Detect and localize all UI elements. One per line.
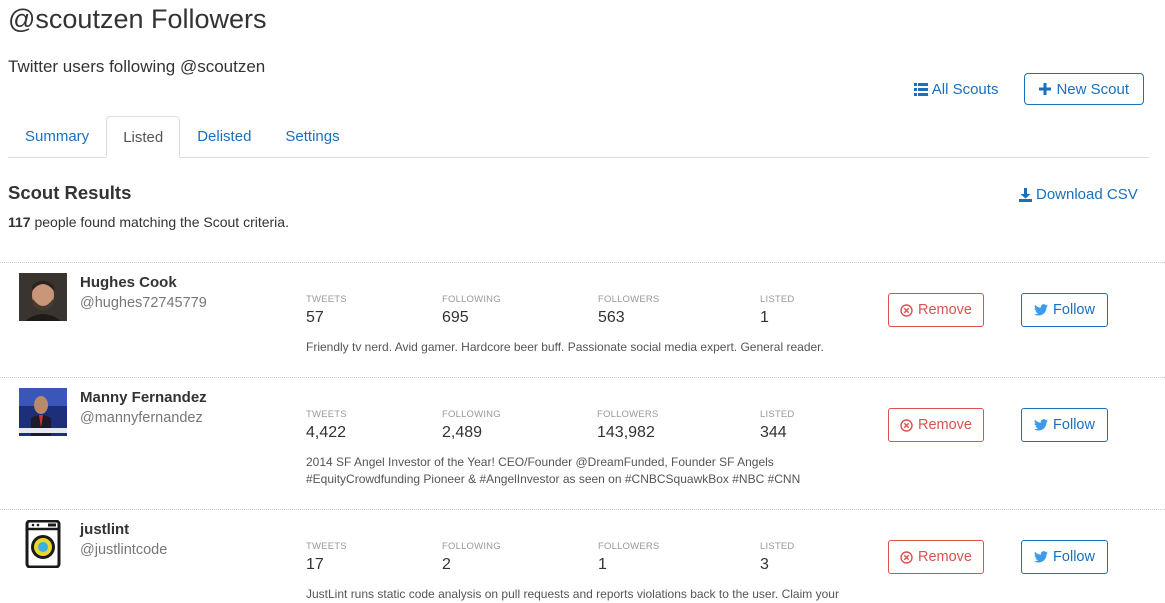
top-actions: All Scouts New Scout	[913, 73, 1144, 105]
download-icon	[1019, 187, 1032, 202]
results-count: 117 people found matching the Scout crit…	[8, 214, 289, 230]
tab-summary[interactable]: Summary	[8, 116, 106, 157]
avatar	[19, 388, 67, 436]
remove-label: Remove	[918, 549, 972, 565]
following-stat: FOLLOWING 695	[442, 294, 501, 327]
follow-label: Follow	[1053, 549, 1095, 565]
remove-label: Remove	[918, 417, 972, 433]
remove-circle-icon	[900, 550, 913, 564]
tweets-label: TWEETS	[306, 541, 347, 552]
download-csv-label: Download CSV	[1036, 186, 1138, 203]
tweets-stat: TWEETS 17	[306, 541, 347, 574]
results-title: Scout Results	[8, 182, 132, 203]
following-value: 2	[442, 556, 451, 573]
listed-stat: LISTED 3	[760, 541, 794, 574]
followers-stat: FOLLOWERS 563	[598, 294, 659, 327]
followers-label: FOLLOWERS	[598, 541, 660, 552]
followers-label: FOLLOWERS	[598, 294, 660, 305]
plus-icon	[1039, 83, 1052, 95]
tweets-stat: TWEETS 4,422	[306, 409, 347, 442]
listed-stat: LISTED 1	[760, 294, 794, 327]
user-name[interactable]: justlint	[80, 521, 129, 538]
remove-button[interactable]: Remove	[888, 293, 984, 327]
tweets-stat: TWEETS 57	[306, 294, 347, 327]
remove-circle-icon	[900, 418, 913, 432]
tweets-value: 17	[306, 556, 324, 573]
user-handle[interactable]: @mannyfernandez	[80, 410, 203, 426]
tab-bar: Summary Listed Delisted Settings	[8, 116, 1149, 158]
remove-label: Remove	[918, 302, 972, 318]
tweets-label: TWEETS	[306, 409, 347, 420]
followers-value: 563	[598, 309, 625, 326]
tab-listed[interactable]: Listed	[106, 116, 181, 158]
follow-label: Follow	[1053, 302, 1095, 318]
results-count-text: people found matching the Scout criteria…	[34, 214, 289, 230]
user-handle[interactable]: @hughes72745779	[80, 295, 207, 311]
following-label: FOLLOWING	[442, 409, 501, 420]
twitter-bird-icon	[1034, 551, 1049, 563]
user-bio: Friendly tv nerd. Avid gamer. Hardcore b…	[306, 340, 824, 354]
follow-label: Follow	[1053, 417, 1095, 433]
page-title: @scoutzen Followers	[8, 4, 267, 34]
user-name[interactable]: Hughes Cook	[80, 274, 177, 291]
download-csv-link[interactable]: Download CSV	[1019, 186, 1138, 203]
new-scout-label: New Scout	[1056, 80, 1129, 98]
followers-stat: FOLLOWERS 143,982	[597, 409, 658, 442]
tweets-value: 57	[306, 309, 324, 326]
remove-button[interactable]: Remove	[888, 408, 984, 442]
follow-button[interactable]: Follow	[1021, 293, 1108, 327]
all-scouts-link[interactable]: All Scouts	[913, 80, 999, 98]
page-subtitle: Twitter users following @scoutzen	[8, 57, 266, 76]
tab-delisted[interactable]: Delisted	[180, 116, 268, 157]
listed-value: 344	[760, 424, 787, 441]
all-scouts-label: All Scouts	[931, 80, 999, 98]
following-label: FOLLOWING	[442, 541, 501, 552]
following-stat: FOLLOWING 2,489	[442, 409, 501, 442]
results-count-number: 117	[8, 214, 31, 230]
listed-value: 3	[760, 556, 769, 573]
follow-button[interactable]: Follow	[1021, 540, 1108, 574]
tweets-label: TWEETS	[306, 294, 347, 305]
twitter-bird-icon	[1034, 419, 1049, 431]
following-stat: FOLLOWING 2	[442, 541, 501, 574]
user-bio: JustLint runs static code analysis on pu…	[306, 587, 839, 601]
listed-value: 1	[760, 309, 769, 326]
user-bio: 2014 SF Angel Investor of the Year! CEO/…	[306, 455, 801, 486]
avatar	[19, 273, 67, 321]
user-name[interactable]: Manny Fernandez	[80, 389, 207, 406]
remove-circle-icon	[900, 303, 913, 317]
listed-label: LISTED	[760, 409, 795, 420]
row-divider	[0, 509, 1165, 510]
row-divider	[0, 262, 1165, 263]
followers-value: 143,982	[597, 424, 655, 441]
following-value: 695	[442, 309, 469, 326]
listed-label: LISTED	[760, 541, 795, 552]
listed-label: LISTED	[760, 294, 795, 305]
row-divider	[0, 377, 1165, 378]
avatar	[19, 520, 67, 568]
followers-label: FOLLOWERS	[597, 409, 659, 420]
user-handle[interactable]: @justlintcode	[80, 542, 167, 558]
listed-stat: LISTED 344	[760, 409, 794, 442]
new-scout-button[interactable]: New Scout	[1024, 73, 1144, 105]
tweets-value: 4,422	[306, 424, 347, 441]
tab-settings[interactable]: Settings	[268, 116, 356, 157]
following-value: 2,489	[442, 424, 483, 441]
followers-value: 1	[598, 556, 607, 573]
followers-stat: FOLLOWERS 1	[598, 541, 659, 574]
following-label: FOLLOWING	[442, 294, 501, 305]
list-icon	[913, 82, 928, 96]
twitter-bird-icon	[1034, 304, 1049, 316]
follow-button[interactable]: Follow	[1021, 408, 1108, 442]
remove-button[interactable]: Remove	[888, 540, 984, 574]
